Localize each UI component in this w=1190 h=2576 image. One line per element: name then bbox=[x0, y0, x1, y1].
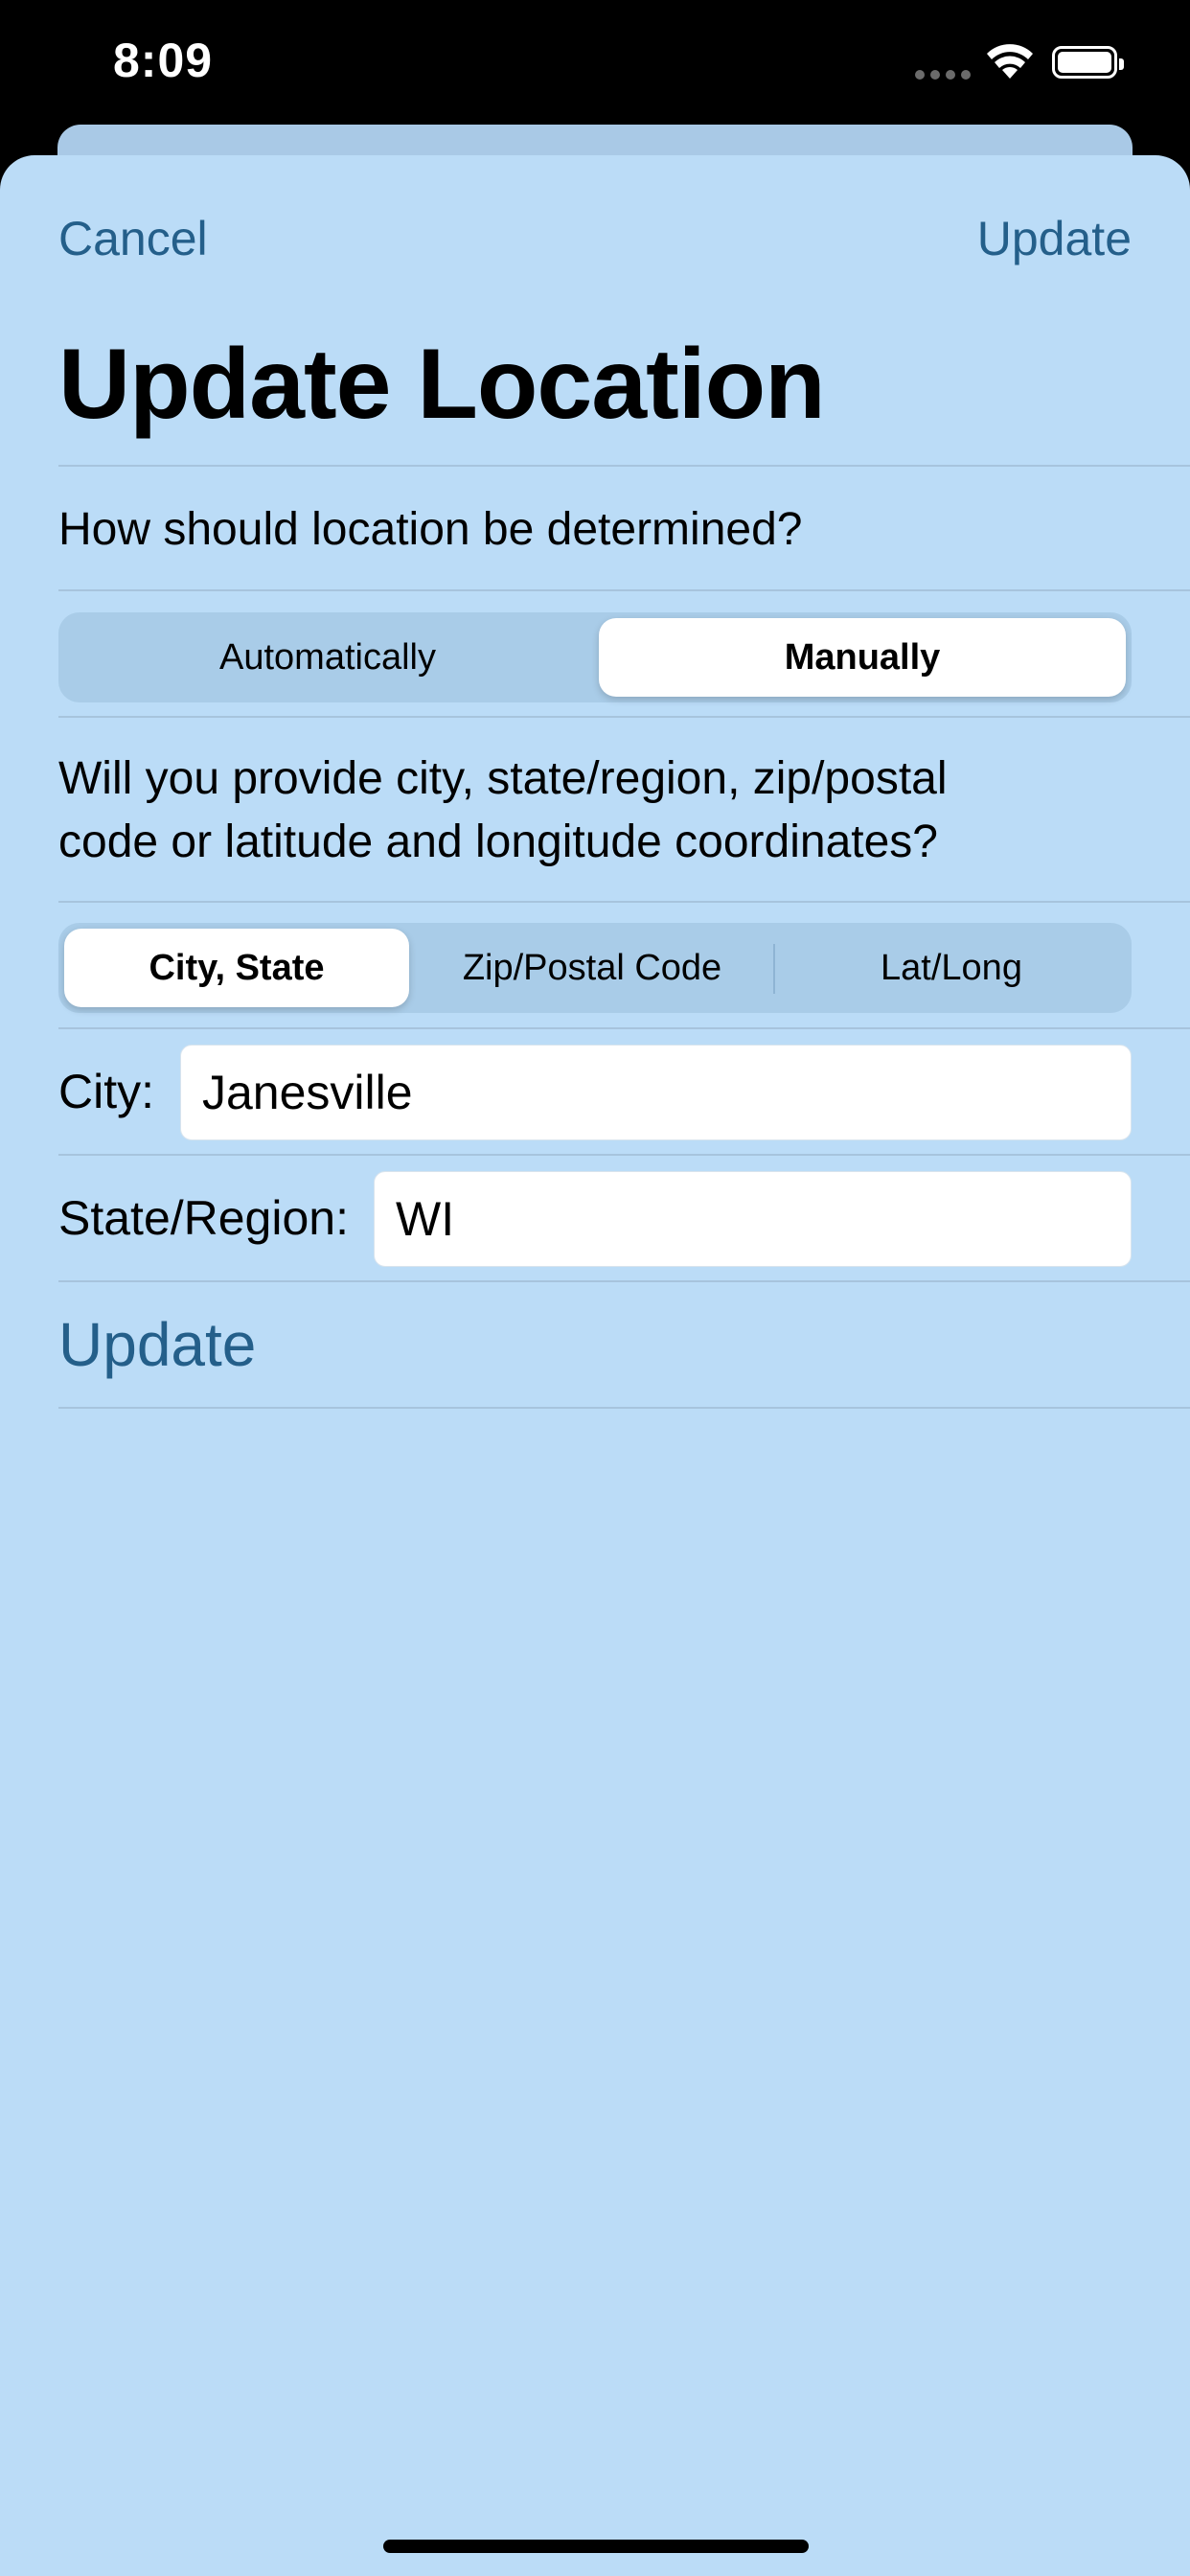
page-title: Update Location bbox=[58, 329, 826, 440]
divider bbox=[58, 1027, 1190, 1029]
input-type-segmented-control: City, State Zip/Postal Code Lat/Long bbox=[58, 923, 1132, 1013]
state-region-input[interactable]: WI bbox=[374, 1171, 1132, 1267]
divider bbox=[58, 716, 1190, 718]
segment-automatically[interactable]: Automatically bbox=[64, 618, 591, 697]
cancel-button[interactable]: Cancel bbox=[58, 211, 208, 266]
update-location-sheet: Cancel Update Update Location How should… bbox=[0, 155, 1190, 2576]
update-button[interactable]: Update bbox=[58, 1309, 256, 1380]
battery-icon bbox=[1052, 46, 1124, 79]
segment-divider bbox=[773, 944, 775, 994]
home-indicator[interactable] bbox=[383, 2540, 809, 2553]
city-input[interactable]: Janesville bbox=[180, 1045, 1132, 1140]
input-type-question-line1: Will you provide city, state/region, zip… bbox=[58, 753, 948, 804]
state-region-label: State/Region: bbox=[58, 1191, 349, 1245]
cellular-signal-icon bbox=[915, 70, 971, 80]
status-bar: 8:09 bbox=[0, 0, 1190, 134]
segment-manually[interactable]: Manually bbox=[599, 618, 1126, 697]
divider bbox=[58, 901, 1190, 903]
segment-city-state[interactable]: City, State bbox=[64, 929, 409, 1007]
input-type-question-line2: code or latitude and longitude coordinat… bbox=[58, 816, 938, 867]
segment-zip-postal-code[interactable]: Zip/Postal Code bbox=[415, 929, 769, 1007]
location-method-segmented-control: Automatically Manually bbox=[58, 612, 1132, 702]
update-nav-button[interactable]: Update bbox=[977, 211, 1132, 266]
status-time: 8:09 bbox=[113, 34, 214, 87]
city-label: City: bbox=[58, 1065, 154, 1118]
segment-lat-long[interactable]: Lat/Long bbox=[777, 929, 1126, 1007]
divider bbox=[58, 589, 1190, 591]
wifi-icon bbox=[985, 42, 1035, 85]
divider bbox=[58, 465, 1190, 467]
divider bbox=[58, 1280, 1190, 1282]
divider bbox=[58, 1407, 1190, 1409]
location-method-question: How should location be determined? bbox=[58, 504, 803, 555]
divider bbox=[58, 1154, 1190, 1156]
